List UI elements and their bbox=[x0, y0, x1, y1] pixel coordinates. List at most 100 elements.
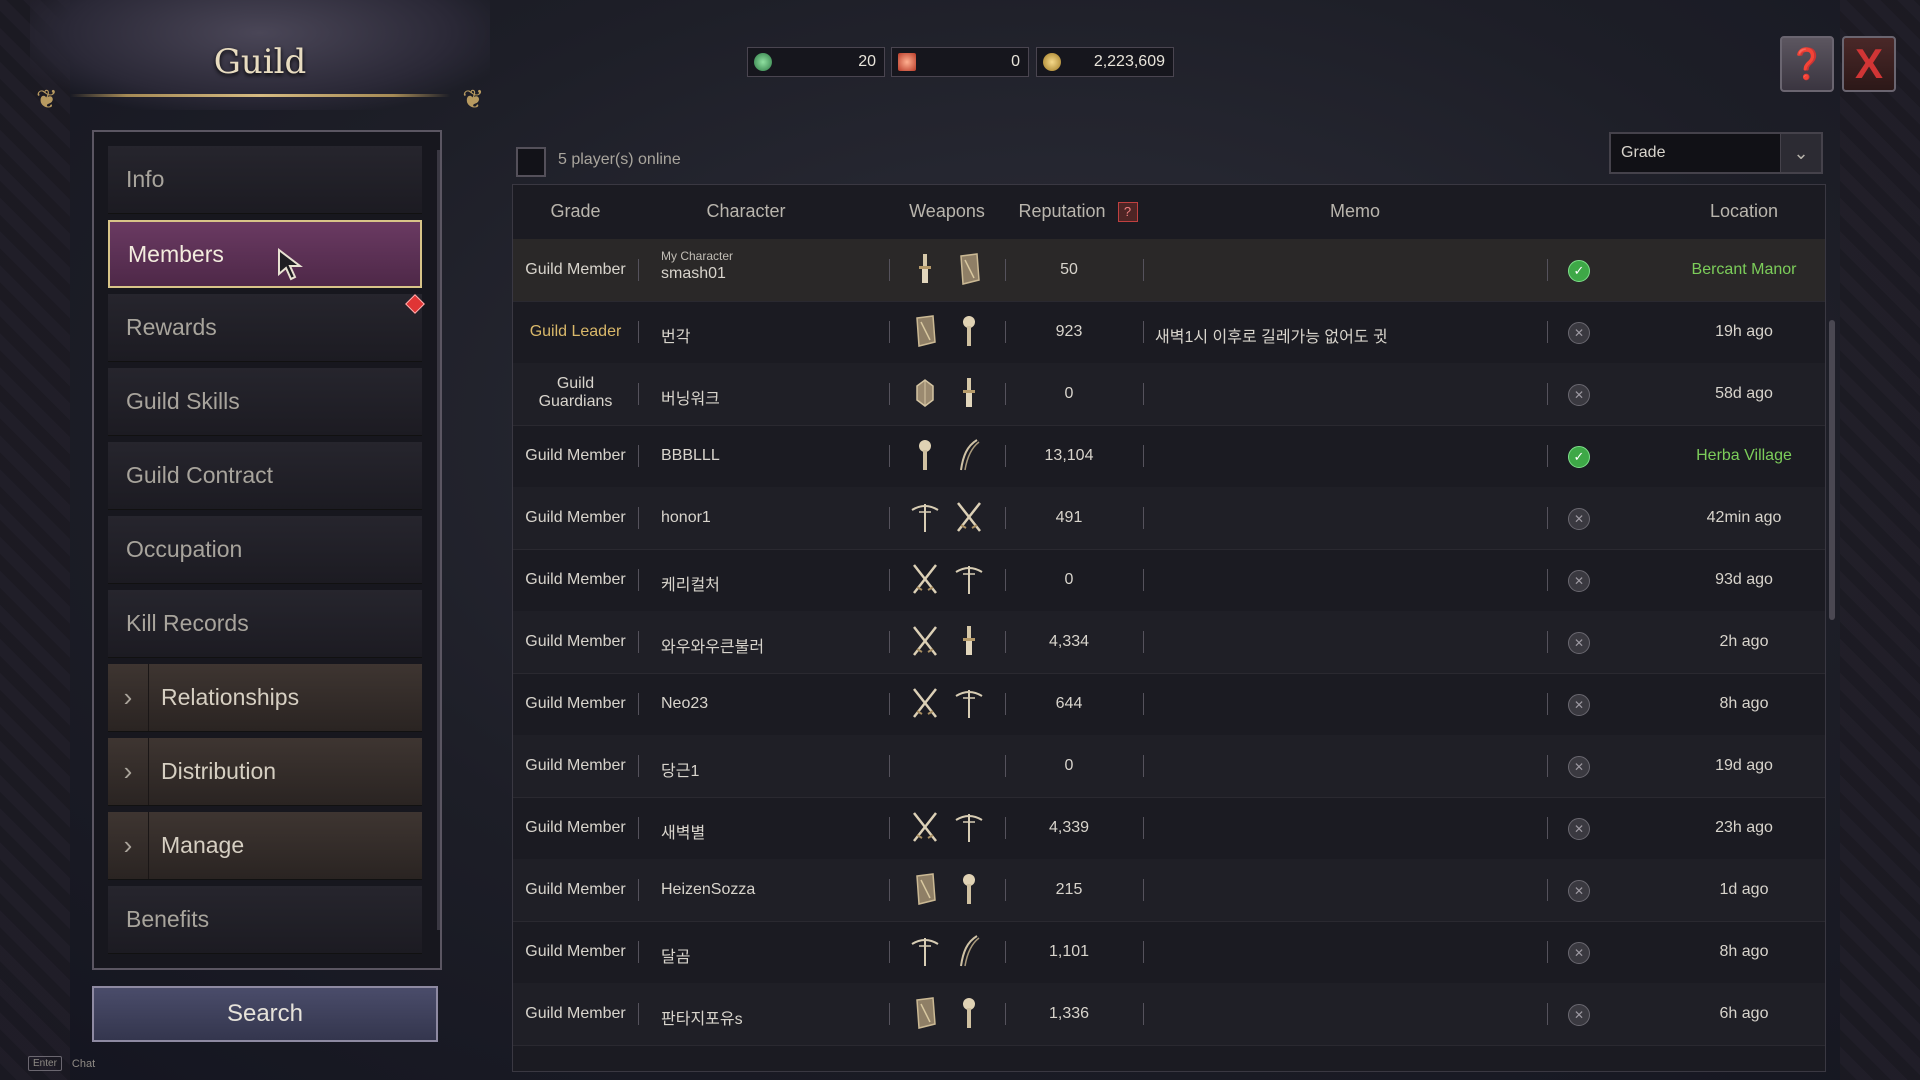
column-divider bbox=[638, 507, 639, 529]
column-divider bbox=[1143, 445, 1144, 467]
member-reputation: 0 bbox=[1064, 385, 1074, 402]
menu-item-relationships[interactable]: › Relationships bbox=[108, 664, 422, 732]
column-header-grade[interactable]: Grade bbox=[513, 201, 638, 222]
page-title: Guild bbox=[213, 42, 307, 82]
table-row[interactable]: Guild Member 케리컬처 0 ✕ 93d ago bbox=[513, 549, 1825, 612]
dual-swords-icon bbox=[910, 623, 940, 659]
table-row[interactable]: Guild Member 당근1 0 ✕ 19d ago bbox=[513, 735, 1825, 798]
column-divider bbox=[1143, 693, 1144, 715]
member-name-cell: 케리컬처 bbox=[661, 571, 720, 595]
member-location: 19d ago bbox=[1715, 757, 1773, 774]
menu-item-label: Occupation bbox=[126, 536, 243, 562]
column-header-character[interactable]: Character bbox=[661, 201, 831, 222]
member-reputation: 4,334 bbox=[1048, 633, 1090, 650]
table-scrollbar[interactable] bbox=[1829, 320, 1835, 620]
help-book-button[interactable]: ❓ bbox=[1780, 36, 1834, 92]
close-button[interactable]: X bbox=[1842, 36, 1896, 92]
offline-x-icon: ✕ bbox=[1568, 694, 1590, 716]
chat-label: Chat bbox=[71, 1057, 96, 1070]
column-divider bbox=[638, 445, 639, 467]
column-divider bbox=[638, 1003, 639, 1025]
column-divider bbox=[889, 879, 890, 901]
grade-filter-dropdown[interactable]: Grade ⌄ bbox=[1609, 132, 1823, 174]
member-name: 판타지포유s bbox=[661, 1011, 743, 1028]
menu-item-label: Kill Records bbox=[126, 610, 249, 636]
menu-scrollbar[interactable] bbox=[437, 150, 440, 930]
table-row[interactable]: Guild Member BBBLLL 13,104 ✓ Herba Village bbox=[513, 425, 1825, 488]
column-divider bbox=[1005, 321, 1006, 343]
menu-item-occupation[interactable]: Occupation bbox=[108, 516, 422, 584]
table-row[interactable]: Guild Leader 번각 923 새벽1시 이후로 길레가능 없어도 귓 ✕ 19h… bbox=[513, 301, 1825, 364]
menu-item-distribution[interactable]: › Distribution bbox=[108, 738, 422, 806]
menu-item-guild-contract[interactable]: Guild Contract bbox=[108, 442, 422, 510]
column-divider bbox=[1005, 879, 1006, 901]
column-divider bbox=[638, 259, 639, 281]
dual-swords-icon bbox=[910, 809, 940, 845]
table-row[interactable]: Guild Guardians 버닝워크 0 ✕ 58d ago bbox=[513, 363, 1825, 426]
column-divider bbox=[1005, 1003, 1006, 1025]
member-reputation: 0 bbox=[1064, 757, 1074, 774]
menu-item-guild-skills[interactable]: Guild Skills bbox=[108, 368, 422, 436]
column-divider bbox=[889, 569, 890, 591]
table-header: Grade Character Weapons Reputation? Memo… bbox=[513, 185, 1825, 240]
column-header-location[interactable]: Location bbox=[1663, 201, 1825, 222]
column-divider bbox=[1143, 1003, 1144, 1025]
member-weapons bbox=[897, 685, 997, 721]
right-frame-border bbox=[1840, 0, 1920, 1080]
member-grade: Guild Member bbox=[525, 509, 626, 526]
member-name-cell: 당근1 bbox=[661, 757, 699, 781]
menu-item-label: Relationships bbox=[161, 684, 300, 710]
column-divider bbox=[1005, 383, 1006, 405]
table-row[interactable]: Guild Member 와우와우큰불러 4,334 ✕ 2h ago bbox=[513, 611, 1825, 674]
online-only-checkbox[interactable] bbox=[516, 147, 546, 177]
column-divider bbox=[638, 879, 639, 901]
member-reputation: 1,101 bbox=[1048, 943, 1090, 960]
menu-item-members[interactable]: Members bbox=[108, 220, 422, 288]
table-row[interactable]: Guild Member Neo23 644 ✕ 8h ago bbox=[513, 673, 1825, 736]
column-divider bbox=[1547, 569, 1548, 591]
table-row[interactable]: Guild Member 새벽별 4,339 ✕ 23h ago bbox=[513, 797, 1825, 860]
menu-item-manage[interactable]: › Manage bbox=[108, 812, 422, 880]
member-grade: Guild Member bbox=[525, 447, 626, 464]
ornament-curl-left-icon: ❦ bbox=[36, 84, 58, 114]
member-weapons bbox=[897, 437, 997, 473]
member-location: 58d ago bbox=[1715, 385, 1773, 402]
member-weapons bbox=[897, 499, 997, 535]
mace-icon bbox=[954, 995, 984, 1031]
table-row[interactable]: Guild Member honor1 491 ✕ 42min ago bbox=[513, 487, 1825, 550]
member-name: HeizenSozza bbox=[661, 881, 756, 898]
column-divider bbox=[1143, 321, 1144, 343]
column-divider bbox=[1143, 507, 1144, 529]
menu-item-rewards[interactable]: Rewards bbox=[108, 294, 422, 362]
search-button[interactable]: Search bbox=[92, 986, 438, 1042]
table-row[interactable]: Guild Member HeizenSozza 215 ✕ 1d ago bbox=[513, 859, 1825, 922]
member-weapons bbox=[897, 995, 997, 1031]
ornament-curl-right-icon: ❦ bbox=[462, 84, 484, 114]
chevron-right-icon: › bbox=[108, 738, 149, 805]
table-row[interactable]: Guild Member 판타지포유s 1,336 ✕ 6h ago bbox=[513, 983, 1825, 1046]
offline-x-icon: ✕ bbox=[1568, 818, 1590, 840]
reputation-help-icon[interactable]: ? bbox=[1117, 202, 1138, 223]
column-divider bbox=[638, 631, 639, 653]
crossbow-icon bbox=[954, 685, 984, 721]
column-header-weapons: Weapons bbox=[909, 201, 985, 221]
column-header-reputation[interactable]: Reputation? bbox=[1003, 201, 1153, 223]
column-header-memo: Memo bbox=[1329, 201, 1380, 221]
menu-item-benefits[interactable]: Benefits bbox=[108, 886, 422, 954]
chat-hint[interactable]: Enter Chat bbox=[28, 1056, 95, 1071]
dual-swords-icon bbox=[910, 685, 940, 721]
member-grade: Guild Member bbox=[525, 571, 626, 588]
member-weapons bbox=[897, 809, 997, 845]
member-name: honor1 bbox=[661, 509, 711, 526]
dagger-icon bbox=[954, 623, 984, 659]
member-name: 버닝워크 bbox=[661, 391, 720, 408]
column-divider bbox=[1005, 507, 1006, 529]
menu-item-kill-records[interactable]: Kill Records bbox=[108, 590, 422, 658]
table-row[interactable]: Guild Member 달곰 1,101 ✕ 8h ago bbox=[513, 921, 1825, 984]
menu-item-info[interactable]: Info bbox=[108, 146, 422, 214]
enter-key-badge: Enter bbox=[28, 1056, 62, 1071]
column-divider bbox=[1005, 755, 1006, 777]
column-divider bbox=[1547, 507, 1548, 529]
table-row[interactable]: Guild Member My Character smash01 50 ✓ Bercan… bbox=[513, 239, 1825, 302]
member-reputation: 13,104 bbox=[1044, 447, 1094, 464]
